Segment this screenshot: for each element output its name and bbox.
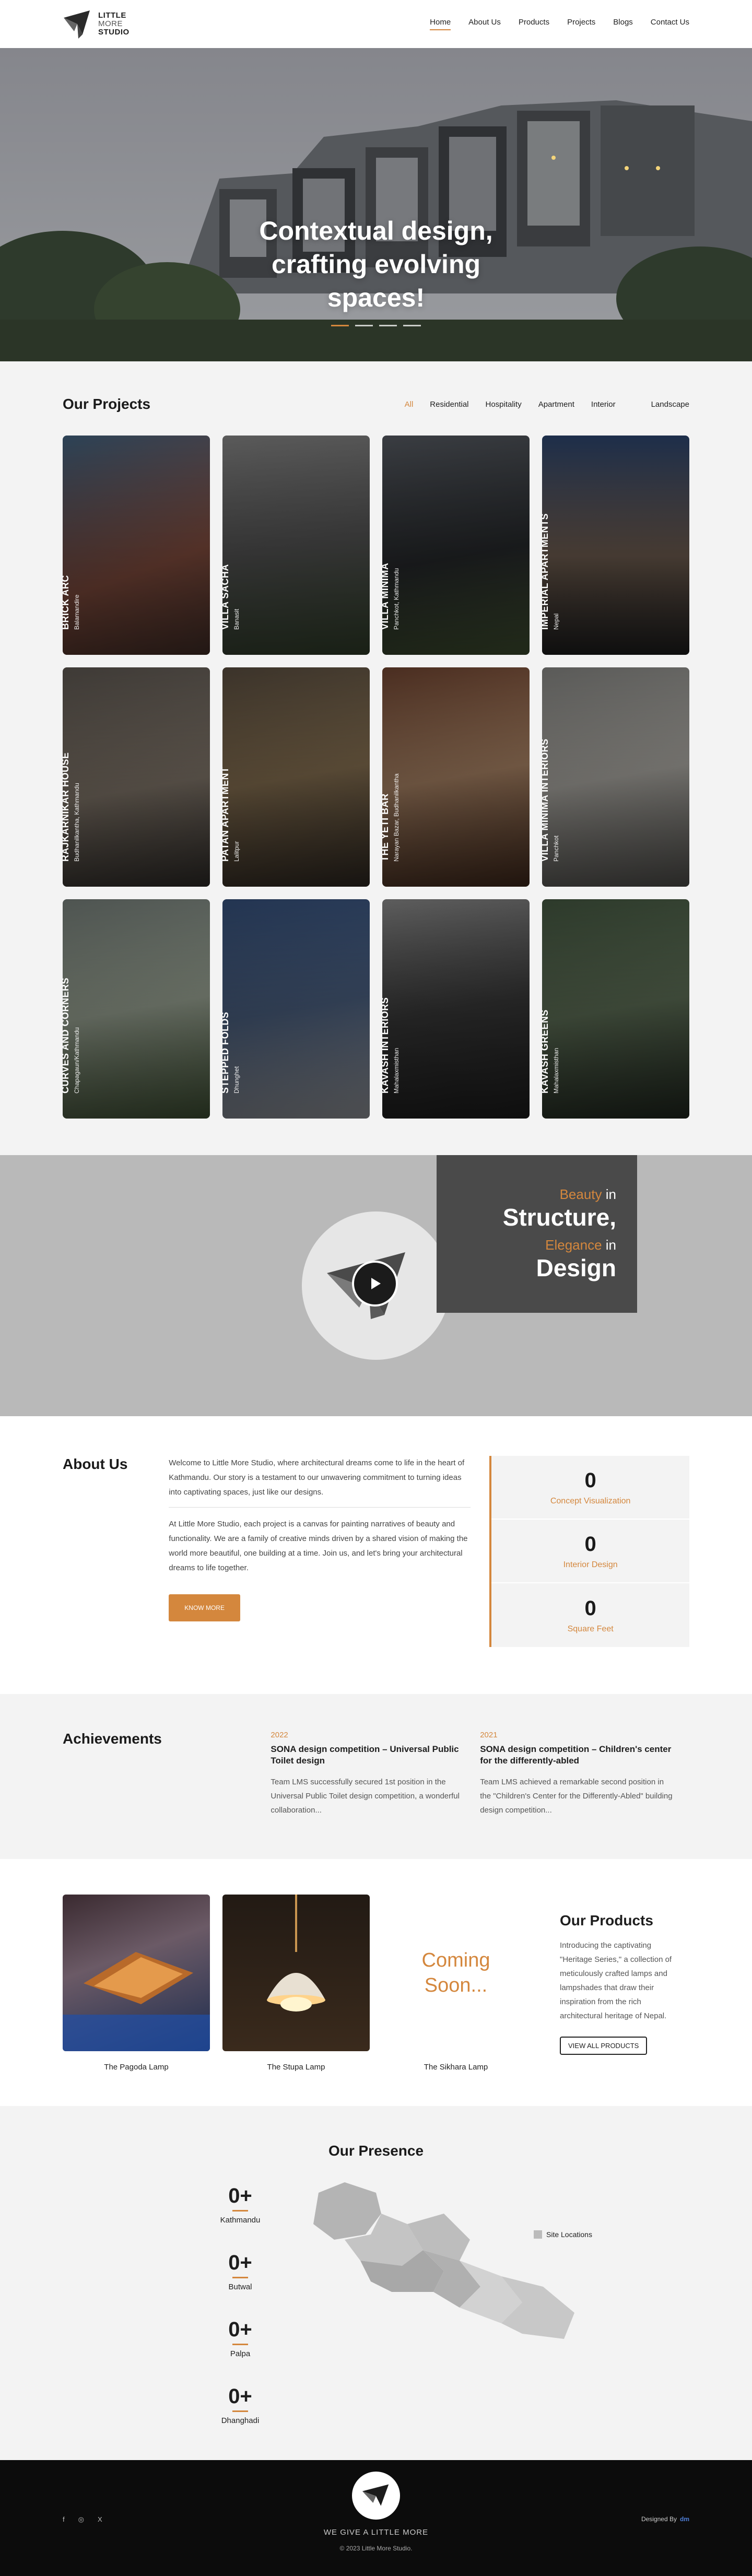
- designed-by: Designed By dm: [641, 2515, 689, 2523]
- slider-dot-3[interactable]: [379, 325, 397, 326]
- project-card[interactable]: IMPERIAL APARTMENTS Nepal: [542, 436, 689, 655]
- project-card[interactable]: STEPPED FOLDS Dhunghet: [222, 899, 370, 1119]
- social-links: f ◎ X: [63, 2515, 102, 2524]
- achievement-item[interactable]: 2021 SONA design competition – Children'…: [480, 1731, 677, 1817]
- site-kathmandu: 0+ Kathmandu: [220, 2184, 261, 2225]
- play-icon: [371, 1278, 381, 1289]
- paper-plane-logo-icon: [362, 2484, 389, 2506]
- filter-hospitality[interactable]: Hospitality: [486, 400, 522, 409]
- video-banner: Beauty in Structure, Elegance in Design: [0, 1155, 752, 1416]
- filter-all[interactable]: All: [405, 400, 414, 409]
- presence-title: Our Presence: [328, 2143, 424, 2159]
- slider-dot-1[interactable]: [331, 325, 349, 326]
- filter-interior[interactable]: Interior: [591, 400, 616, 409]
- stat-concept-visualization: 0 Concept Visualization: [491, 1456, 689, 1520]
- achievements-section: Achievements 2022 SONA design competitio…: [0, 1694, 752, 1859]
- products-info: Our Products Introducing the captivating…: [560, 1895, 675, 2072]
- achievements-title: Achievements: [63, 1731, 162, 1747]
- projects-section: Our Projects All Residential Hospitality…: [0, 361, 752, 1155]
- main-menu: Home About Us Products Projects Blogs Co…: [430, 18, 689, 30]
- facebook-icon[interactable]: f: [63, 2515, 65, 2524]
- filter-residential[interactable]: Residential: [430, 400, 468, 409]
- footer-copyright: © 2023 Little More Studio.: [339, 2545, 413, 2552]
- pagoda-lamp-image: [63, 1895, 210, 2051]
- about-title: About Us: [63, 1456, 128, 1472]
- project-card[interactable]: THE YETI BAR Narayan Bazar, Budhanilkanth…: [382, 667, 530, 887]
- map-legend: Site Locations: [534, 2230, 592, 2239]
- products-section: The Pagoda Lamp The Stupa Lamp Coming So…: [0, 1859, 752, 2106]
- site-butwal: 0+ Butwal: [228, 2251, 252, 2291]
- product-card-pagoda[interactable]: The Pagoda Lamp: [63, 1895, 210, 2072]
- achievement-item[interactable]: 2022 SONA design competition – Universal…: [271, 1731, 467, 1817]
- project-card[interactable]: VILLA MINIMA INTERIORS Panchkot: [542, 667, 689, 887]
- footer-logo[interactable]: [352, 2472, 400, 2520]
- site-palpa: 0+ Palpa: [228, 2318, 252, 2358]
- product-card-stupa[interactable]: The Stupa Lamp: [222, 1895, 370, 2072]
- slider-dot-4[interactable]: [403, 325, 421, 326]
- designer-logo[interactable]: dm: [680, 2515, 689, 2523]
- slider-dot-2[interactable]: [355, 325, 373, 326]
- filter-apartment[interactable]: Apartment: [538, 400, 574, 409]
- hero-building-image: [0, 48, 752, 361]
- nav-products[interactable]: Products: [519, 18, 549, 30]
- view-all-products-button[interactable]: VIEW ALL PRODUCTS: [560, 2037, 648, 2055]
- stat-square-feet: 0 Square Feet: [567, 1596, 614, 1633]
- products-title: Our Products: [560, 1912, 653, 1928]
- hero-slider-dots: [331, 325, 421, 326]
- project-card[interactable]: PATAN APARTMENT Lalitpur: [222, 667, 370, 887]
- site-counts: 0+ Kathmandu 0+ Butwal 0+ Palpa 0+ Dhanghadi: [198, 2184, 282, 2452]
- site-dhanghadi: 0+ Dhanghadi: [221, 2385, 260, 2425]
- instagram-icon[interactable]: ◎: [78, 2515, 84, 2524]
- nav-home[interactable]: Home: [430, 18, 451, 30]
- product-card-sikhara[interactable]: Coming Soon... The Sikhara Lamp: [382, 1895, 530, 2072]
- paper-plane-logo-icon: [64, 10, 90, 39]
- know-more-button[interactable]: KNOW MORE: [169, 1594, 240, 1621]
- hero-banner: Contextual design, crafting evolving spa…: [0, 48, 752, 361]
- nav-contact-us[interactable]: Contact Us: [651, 18, 689, 30]
- brand-name: LITTLE MORE STUDIO: [98, 11, 130, 37]
- about-text: Welcome to Little More Studio, where arc…: [169, 1456, 471, 1647]
- nav-projects[interactable]: Projects: [567, 18, 595, 30]
- lamp-bulb-icon: [267, 1895, 325, 2012]
- project-filters: All Residential Hospitality Apartment In…: [405, 400, 689, 409]
- stats-panel: 0 Concept Visualization 0 Interior Design …: [489, 1456, 689, 1647]
- brand-logo[interactable]: LITTLE MORE STUDIO: [63, 8, 130, 40]
- projects-title: Our Projects: [63, 396, 151, 412]
- project-card[interactable]: RAJKARNIKAR HOUSE Budhanilkantha, Kathman…: [63, 667, 210, 887]
- coming-soon-text: Coming Soon...: [421, 1949, 490, 1996]
- presence-section: Our Presence 0+ Kathmandu 0+ Butwal 0+ Palp…: [0, 2106, 752, 2460]
- divider: [169, 1507, 471, 1508]
- project-card[interactable]: KAVASH INTERIORS Mahalaxmisthan: [382, 899, 530, 1119]
- products-desc: Introducing the captivating "Heritage Se…: [560, 1941, 672, 2020]
- lamp-shade-icon: [63, 1952, 210, 2051]
- projects-grid: BRICK ARC Balamandire VILLA SACHA Banasit …: [63, 436, 689, 1119]
- project-card[interactable]: VILLA MINIMA Panchkot, Kathmandu: [382, 436, 530, 655]
- video-play-button[interactable]: [352, 1261, 398, 1307]
- stat-interior-design: 0 Interior Design: [491, 1520, 689, 1583]
- project-card[interactable]: VILLA SACHA Banasit: [222, 436, 370, 655]
- footer-tagline: WE GIVE A LITTLE MORE: [323, 2528, 429, 2537]
- stupa-lamp-image: [222, 1895, 370, 2051]
- site-footer: f ◎ X WE GIVE A LITTLE MORE © 2023 Littl…: [0, 2460, 752, 2576]
- x-twitter-icon[interactable]: X: [98, 2515, 102, 2524]
- filter-landscape[interactable]: Landscape: [651, 400, 689, 409]
- top-navbar: LITTLE MORE STUDIO Home About Us Product…: [0, 0, 752, 48]
- project-card[interactable]: KAVASH GREENS Mahalaxmisthan: [542, 899, 689, 1119]
- nepal-map[interactable]: [303, 2182, 595, 2349]
- hero-headline: Contextual design, crafting evolving spa…: [259, 216, 493, 312]
- projects-header: Our Projects All Residential Hospitality…: [63, 396, 689, 413]
- project-card[interactable]: CURVES AND CORNERS Chapagaun/Kathmandu: [63, 899, 210, 1119]
- nav-about-us[interactable]: About Us: [468, 18, 501, 30]
- tagline-box: Beauty in Structure, Elegance in Design: [437, 1155, 637, 1313]
- about-section: About Us Welcome to Little More Studio, …: [0, 1416, 752, 1694]
- project-card[interactable]: BRICK ARC Balamandire: [63, 436, 210, 655]
- nav-blogs[interactable]: Blogs: [613, 18, 633, 30]
- legend-swatch: [534, 2230, 542, 2239]
